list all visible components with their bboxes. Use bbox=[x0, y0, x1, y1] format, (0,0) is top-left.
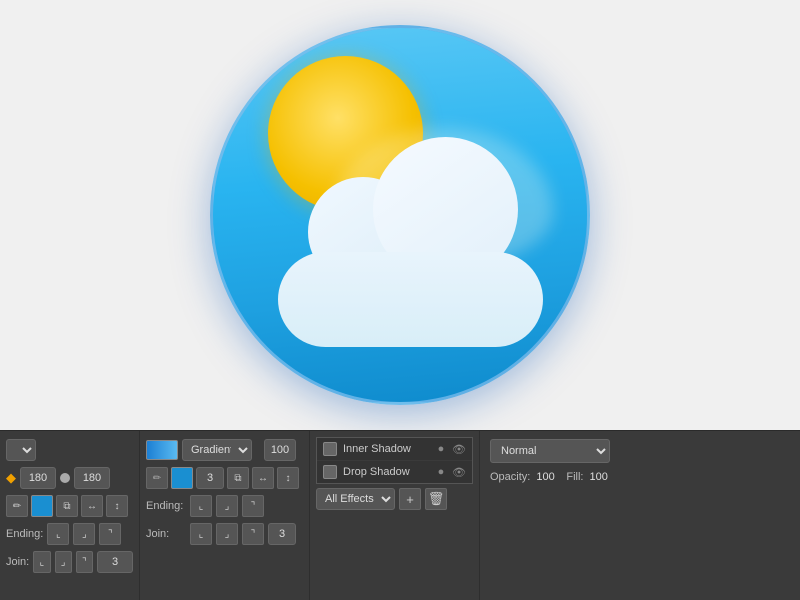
ending-icon2: ⌟ bbox=[82, 529, 87, 540]
stroke-flip-v-btn[interactable]: ↕ bbox=[277, 467, 299, 489]
join-btn1[interactable]: ⌞ bbox=[33, 551, 50, 573]
join-label-mid: Join: bbox=[146, 528, 186, 540]
join-icon1: ⌞ bbox=[40, 557, 45, 568]
join-mid-btn2[interactable]: ⌟ bbox=[216, 523, 238, 545]
flip-v-icon: ↕ bbox=[115, 501, 120, 512]
ending-btn3[interactable]: ⌝ bbox=[99, 523, 121, 545]
join-mid-btn1[interactable]: ⌞ bbox=[190, 523, 212, 545]
inner-shadow-circle-icon[interactable]: ● bbox=[434, 442, 448, 456]
flip-h-icon: ↔ bbox=[87, 501, 97, 512]
end-icon2: ⌟ bbox=[225, 501, 230, 512]
drop-shadow-label: Drop Shadow bbox=[343, 466, 428, 478]
fill-color-swatch[interactable] bbox=[31, 495, 53, 517]
canvas-area bbox=[0, 0, 800, 430]
cloud-body bbox=[278, 252, 543, 347]
join-mid-icon3: ⌝ bbox=[251, 529, 256, 540]
copy-icon: ⧉ bbox=[63, 501, 70, 512]
weather-circle bbox=[210, 25, 590, 405]
end-icon1: ⌞ bbox=[199, 501, 204, 512]
ending-label: Ending: bbox=[6, 528, 43, 540]
radius-input[interactable] bbox=[74, 467, 110, 489]
ending-btn2[interactable]: ⌟ bbox=[73, 523, 95, 545]
gradient-type-select[interactable]: Gradient bbox=[182, 439, 252, 461]
end-btn3[interactable]: ⌝ bbox=[242, 495, 264, 517]
ending-label-mid: Ending: bbox=[146, 500, 186, 512]
join-icon3: ⌝ bbox=[82, 557, 87, 568]
pencil-icon: ✏ bbox=[13, 501, 21, 512]
add-effect-icon: + bbox=[406, 492, 414, 507]
opacity-row: Opacity: 100 Fill: 100 bbox=[490, 471, 790, 483]
opacity-label: Opacity: bbox=[490, 471, 530, 483]
fill-value: 100 bbox=[589, 471, 613, 483]
drop-shadow-eye-icon[interactable]: 👁 bbox=[452, 465, 466, 479]
cloud-element bbox=[278, 202, 543, 347]
radius-indicator bbox=[60, 473, 70, 483]
delete-effect-btn[interactable]: 🗑 bbox=[425, 488, 447, 510]
ending-icon1: ⌞ bbox=[56, 529, 61, 540]
inner-shadow-item[interactable]: Inner Shadow ● 👁 bbox=[317, 438, 472, 461]
pencil-btn[interactable]: ✏ bbox=[6, 495, 28, 517]
weather-icon bbox=[210, 25, 590, 405]
join-mid-btn3[interactable]: ⌝ bbox=[242, 523, 264, 545]
opacity-value: 100 bbox=[536, 471, 560, 483]
effects-footer: All Effects + 🗑 bbox=[316, 488, 473, 510]
flip-v-btn[interactable]: ↕ bbox=[106, 495, 128, 517]
toolbar-left-panel: Pie ◆ ✏ ⧉ ↔ ↕ Ending: ⌞ bbox=[0, 431, 140, 600]
effects-select[interactable]: All Effects bbox=[316, 488, 395, 510]
toolbar-middle-panel: Gradient ✏ ⧉ ↔ ↕ Ending: ⌞ ⌟ ⌝ bbox=[140, 431, 310, 600]
end-icon3: ⌝ bbox=[251, 501, 256, 512]
stroke-flip-h-btn[interactable]: ↔ bbox=[252, 467, 274, 489]
blend-mode-select[interactable]: Normal bbox=[490, 439, 610, 463]
toolbar: Pie ◆ ✏ ⧉ ↔ ↕ Ending: ⌞ bbox=[0, 430, 800, 600]
end-btn2[interactable]: ⌟ bbox=[216, 495, 238, 517]
join-btn3[interactable]: ⌝ bbox=[76, 551, 93, 573]
drop-shadow-item[interactable]: Drop Shadow ● 👁 bbox=[317, 461, 472, 483]
inner-shadow-checkbox[interactable] bbox=[323, 442, 337, 456]
stroke-pencil-icon: ✏ bbox=[153, 473, 161, 484]
toolbar-effects-panel: Inner Shadow ● 👁 Drop Shadow ● 👁 All Eff… bbox=[310, 431, 480, 600]
ending-icon3: ⌝ bbox=[108, 529, 113, 540]
stroke-pencil-btn[interactable]: ✏ bbox=[146, 467, 168, 489]
join-label: Join: bbox=[6, 556, 29, 568]
stroke-flip-v-icon: ↕ bbox=[286, 473, 291, 484]
stroke-copy-icon: ⧉ bbox=[234, 473, 241, 484]
drop-shadow-checkbox[interactable] bbox=[323, 465, 337, 479]
flip-h-btn[interactable]: ↔ bbox=[81, 495, 103, 517]
add-effect-btn[interactable]: + bbox=[399, 488, 421, 510]
drop-shadow-icons: ● 👁 bbox=[434, 465, 466, 479]
angle-input[interactable] bbox=[20, 467, 56, 489]
effects-list: Inner Shadow ● 👁 Drop Shadow ● 👁 bbox=[316, 437, 473, 484]
drop-shadow-circle-icon[interactable]: ● bbox=[434, 465, 448, 479]
stroke-color-swatch[interactable] bbox=[171, 467, 193, 489]
blend-mode-row: Normal bbox=[490, 439, 790, 463]
fill-label: Fill: bbox=[566, 471, 583, 483]
join-btn2[interactable]: ⌟ bbox=[55, 551, 72, 573]
ending-btn1[interactable]: ⌞ bbox=[47, 523, 69, 545]
delete-effect-icon: 🗑 bbox=[428, 491, 445, 507]
stroke-flip-h-icon: ↔ bbox=[258, 473, 268, 484]
join-value-input[interactable] bbox=[97, 551, 133, 573]
end-btn1[interactable]: ⌞ bbox=[190, 495, 212, 517]
stroke-copy-btn[interactable]: ⧉ bbox=[227, 467, 249, 489]
toolbar-right-panel: Normal Opacity: 100 Fill: 100 bbox=[480, 431, 800, 600]
shape-select[interactable]: Pie bbox=[6, 439, 36, 461]
inner-shadow-icons: ● 👁 bbox=[434, 442, 466, 456]
join-mid-icon2: ⌟ bbox=[225, 529, 230, 540]
join-mid-icon1: ⌞ bbox=[199, 529, 204, 540]
inner-shadow-label: Inner Shadow bbox=[343, 443, 428, 455]
stroke-size-input[interactable] bbox=[196, 467, 224, 489]
copy-btn[interactable]: ⧉ bbox=[56, 495, 78, 517]
inner-shadow-eye-icon[interactable]: 👁 bbox=[452, 442, 466, 456]
gradient-opacity-input[interactable] bbox=[264, 439, 296, 461]
gradient-preview[interactable] bbox=[146, 440, 178, 460]
join-icon2: ⌟ bbox=[61, 557, 66, 568]
angle-icon: ◆ bbox=[6, 470, 16, 486]
join-mid-value[interactable] bbox=[268, 523, 296, 545]
